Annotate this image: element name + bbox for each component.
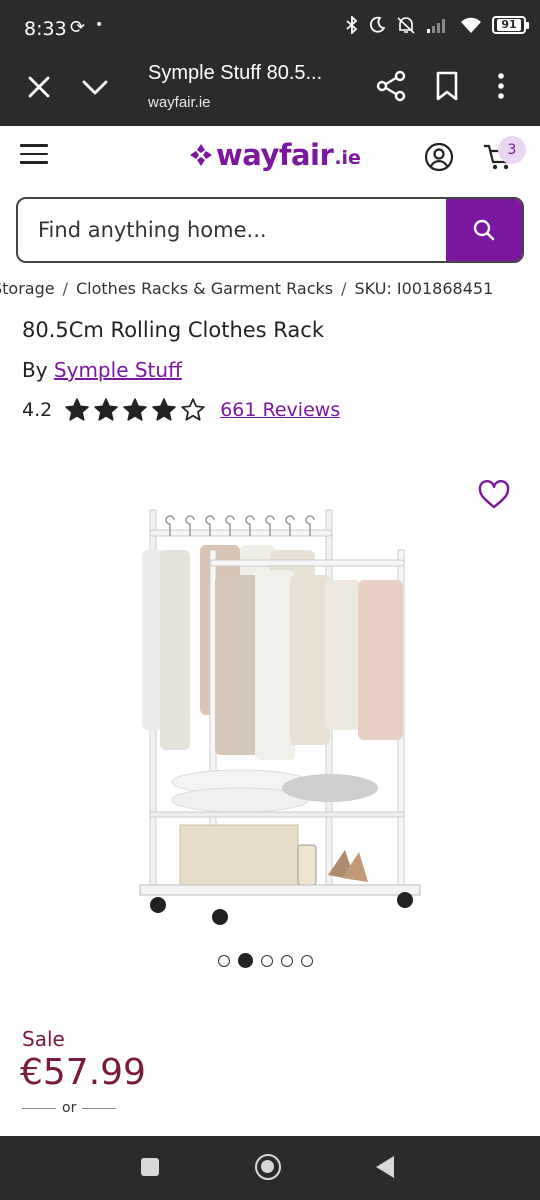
system-nav-bar [0,1136,540,1200]
star-filled-icon [152,398,176,421]
site-header: wayfair .ie [0,126,540,188]
brand-link[interactable]: Symple Stuff [54,358,182,382]
carousel-dot[interactable] [238,953,253,968]
mute-icon [397,17,415,34]
or-label: or [62,1100,77,1116]
product-title: 80.5Cm Rolling Clothes Rack [22,318,324,342]
account-icon[interactable] [424,142,454,172]
signal-icon [427,19,445,33]
carousel-dot[interactable] [218,954,230,967]
more-icon[interactable] [488,70,514,102]
sale-label: Sale [22,1027,65,1051]
by-line: By Symple Stuff [22,358,182,382]
heart-icon[interactable] [478,480,510,510]
wayfair-logo[interactable]: wayfair .ie [188,138,361,172]
star-empty-icon [181,398,205,421]
reviews-link[interactable]: 661 Reviews [220,399,340,421]
browser-page-title[interactable]: Symple Stuff 80.5... [148,62,322,85]
logo-suffix: .ie [334,147,361,169]
logo-mark-icon [190,144,212,166]
breadcrumb-item-storage[interactable]: Storage [0,279,55,298]
bookmark-icon[interactable] [432,70,462,102]
menu-icon[interactable] [20,144,48,168]
search-box [16,197,524,263]
back-icon[interactable] [376,1156,394,1178]
breadcrumb-item-clothes-racks[interactable]: Clothes Racks & Garment Racks [76,279,333,298]
share-icon[interactable] [376,70,408,102]
search-button[interactable] [446,199,522,261]
wifi-icon [461,17,481,33]
price: €57.99 [20,1052,146,1093]
cart-count-badge[interactable]: 3 [498,136,526,164]
breadcrumb-separator: / [62,279,68,298]
recent-apps-icon[interactable] [141,1158,159,1176]
breadcrumb-sku: SKU: I001868451 [354,279,494,298]
status-bar: 8:33 ⟳ • 91 [0,0,540,56]
browser-page-url[interactable]: wayfair.ie [148,94,211,111]
carousel-dot[interactable] [301,954,313,967]
rating-value: 4.2 [22,399,53,421]
close-icon[interactable] [24,72,54,102]
dot-icon: • [95,17,104,33]
star-rating [64,397,206,423]
star-filled-icon [65,398,89,421]
bluetooth-icon [346,16,358,34]
sync-icon: ⟳ [70,17,86,38]
carousel-dots [218,953,313,968]
browser-toolbar: Symple Stuff 80.5... wayfair.ie [0,56,540,126]
rating-row: 4.2 661 Reviews [22,397,340,423]
battery-icon: 91 [492,16,529,34]
carousel-dot[interactable] [261,954,273,967]
logo-text: wayfair [216,138,334,172]
home-icon[interactable] [255,1154,281,1180]
breadcrumb: Storage / Clothes Racks & Garment Racks / SK… [0,279,540,303]
status-icons: 91 [346,16,529,34]
breadcrumb-separator: / [341,279,347,298]
by-prefix: By [22,358,48,382]
search-input[interactable] [18,199,446,261]
chevron-down-icon[interactable] [80,72,110,102]
star-filled-icon [123,398,147,421]
product-image[interactable] [130,500,430,930]
carousel-dot[interactable] [281,954,293,967]
moon-icon [369,16,386,33]
search-icon [473,219,495,241]
star-filled-icon [94,398,118,421]
or-divider: or [22,1100,117,1116]
status-time: 8:33 [24,18,67,40]
